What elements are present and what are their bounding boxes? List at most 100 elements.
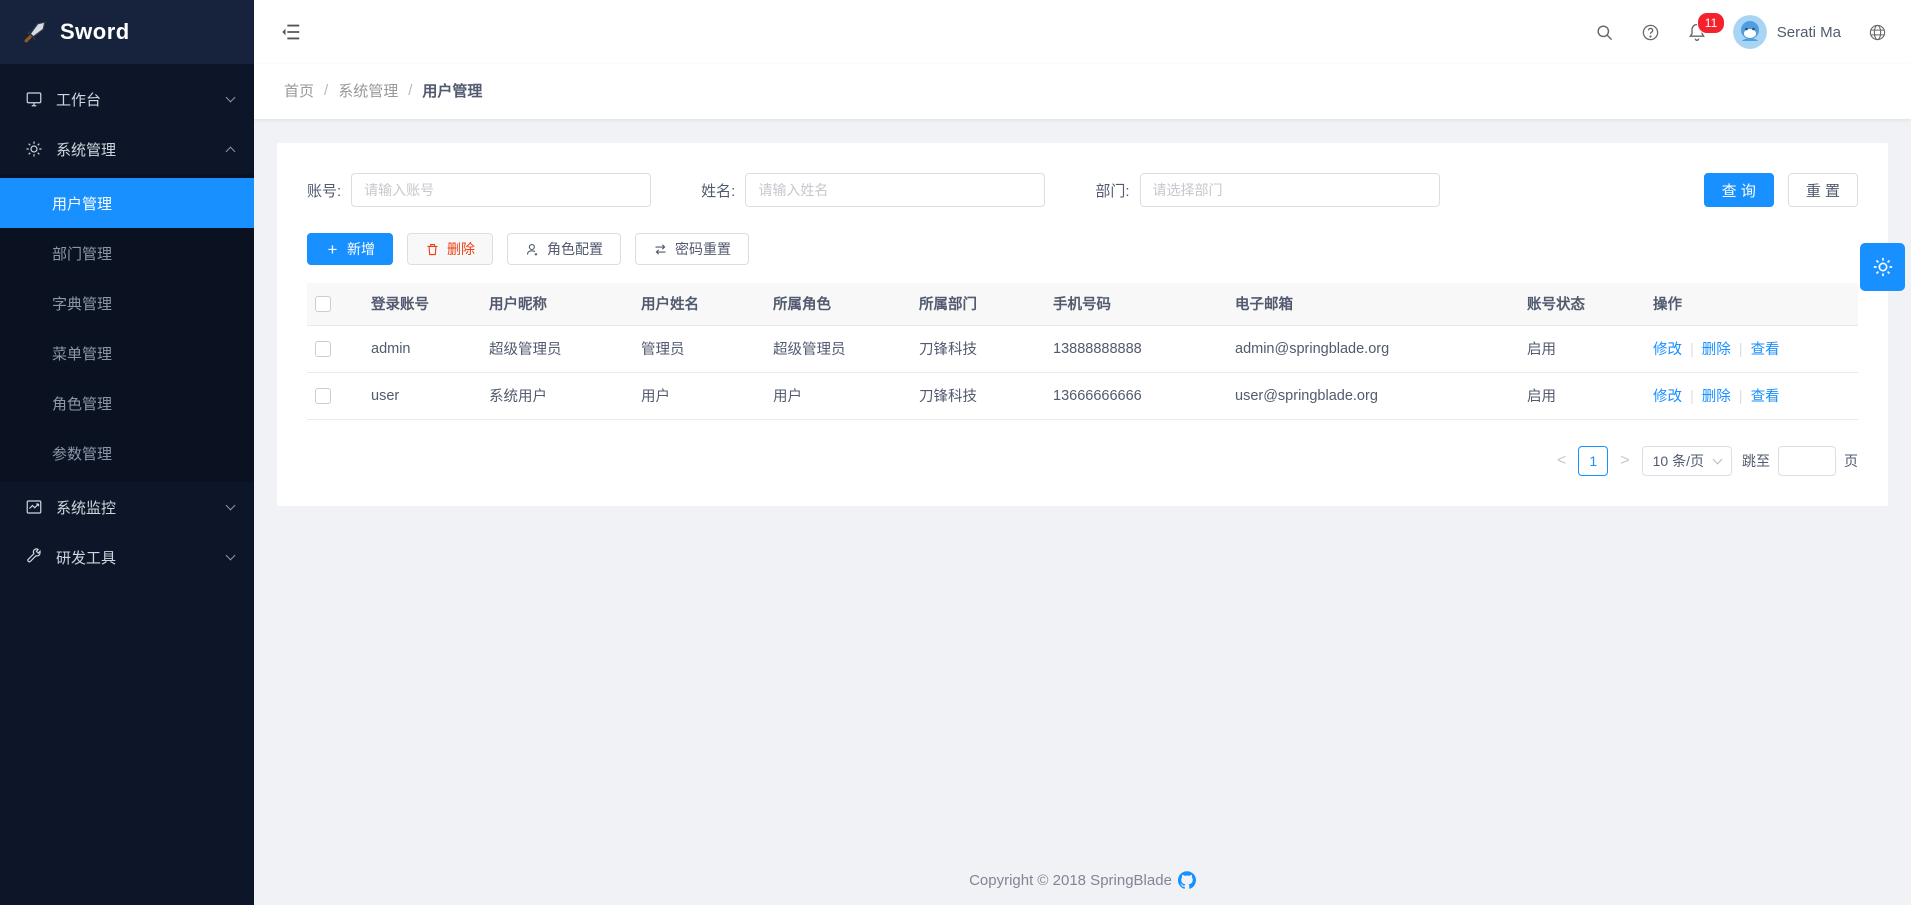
- user-menu[interactable]: Serati Ma: [1733, 15, 1841, 49]
- app-title: Sword: [60, 19, 130, 45]
- sidebar-item-user-mgmt[interactable]: 用户管理: [0, 178, 254, 228]
- help-icon[interactable]: [1641, 22, 1661, 42]
- user-management-card: 账号: 姓名: 部门: 查 询 重 置 +: [277, 143, 1888, 506]
- sword-icon: [22, 19, 48, 45]
- plus-icon: +: [325, 242, 340, 257]
- sidebar-item-workbench[interactable]: 工作台: [0, 74, 254, 124]
- add-button-label: 新增: [347, 239, 375, 259]
- page-content: 账号: 姓名: 部门: 查 询 重 置 +: [254, 119, 1911, 905]
- sidebar-item-role-mgmt[interactable]: 角色管理: [0, 378, 254, 428]
- sidebar-item-system-mgmt[interactable]: 系统管理: [0, 124, 254, 174]
- row-checkbox[interactable]: [315, 388, 331, 404]
- footer: Copyright © 2018 SpringBlade: [254, 853, 1911, 905]
- breadcrumb-separator: /: [408, 82, 412, 99]
- settings-fab-button[interactable]: [1860, 243, 1905, 291]
- role-config-button[interactable]: 角色配置: [507, 233, 621, 265]
- chevron-down-icon: [226, 551, 236, 561]
- view-link[interactable]: 查看: [1751, 342, 1780, 358]
- avatar: [1733, 15, 1767, 49]
- account-input[interactable]: [351, 173, 651, 207]
- table-toolbar: + 新增 删除: [307, 233, 1858, 265]
- menu-fold-icon[interactable]: [280, 21, 302, 43]
- breadcrumb: 首页 / 系统管理 / 用户管理: [284, 80, 1911, 101]
- action-separator: |: [1690, 389, 1694, 405]
- name-input[interactable]: [745, 173, 1045, 207]
- top-bar-actions: 11 Serati Ma: [1595, 15, 1887, 49]
- cell-nickname: 系统用户: [481, 372, 633, 419]
- cell-phone: 13666666666: [1045, 372, 1227, 419]
- search-button[interactable]: 查 询: [1704, 173, 1774, 207]
- page-size-value: 10 条/页: [1653, 451, 1704, 471]
- sidebar-item-dict-mgmt[interactable]: 字典管理: [0, 278, 254, 328]
- delete-button-label: 删除: [447, 239, 475, 259]
- sidebar-item-label: 研发工具: [56, 547, 227, 568]
- user-table: 登录账号 用户昵称 用户姓名 所属角色 所属部门 手机号码 电子邮箱 账号状态 …: [307, 283, 1858, 420]
- edit-link[interactable]: 修改: [1653, 342, 1682, 358]
- jump-label: 跳至: [1742, 451, 1770, 471]
- cell-name: 用户: [633, 372, 765, 419]
- col-actions: 操作: [1645, 283, 1858, 325]
- sidebar-item-param-mgmt[interactable]: 参数管理: [0, 428, 254, 478]
- table-row: user 系统用户 用户 用户 刀锋科技 13666666666 user@sp…: [307, 372, 1858, 419]
- col-nickname: 用户昵称: [481, 283, 633, 325]
- copyright-text: Copyright © 2018 SpringBlade: [969, 872, 1172, 889]
- github-icon[interactable]: [1178, 871, 1196, 889]
- notifications[interactable]: 11: [1687, 22, 1707, 42]
- breadcrumb-home[interactable]: 首页: [284, 80, 314, 101]
- filter-row: 账号: 姓名: 部门: 查 询 重 置: [307, 173, 1858, 207]
- page-size-select[interactable]: 10 条/页: [1642, 446, 1732, 476]
- search-icon[interactable]: [1595, 22, 1615, 42]
- add-button[interactable]: + 新增: [307, 233, 393, 265]
- cell-account: user: [363, 372, 481, 419]
- delete-link[interactable]: 删除: [1702, 342, 1731, 358]
- breadcrumb-current: 用户管理: [422, 80, 482, 101]
- sidebar-menu: 工作台 系统管理 用户管理 部门管理 字典管理 菜单管理 角色管理 参数管理: [0, 64, 254, 582]
- app-logo: Sword: [0, 0, 254, 64]
- cell-account: admin: [363, 325, 481, 372]
- table-row: admin 超级管理员 管理员 超级管理员 刀锋科技 13888888888 a…: [307, 325, 1858, 372]
- sidebar-item-dev-tools[interactable]: 研发工具: [0, 532, 254, 582]
- swap-icon: [653, 242, 668, 257]
- dept-label: 部门:: [1095, 180, 1129, 201]
- table-header-row: 登录账号 用户昵称 用户姓名 所属角色 所属部门 手机号码 电子邮箱 账号状态 …: [307, 283, 1858, 325]
- filter-name: 姓名:: [701, 173, 1045, 207]
- jump-page-input[interactable]: [1778, 446, 1836, 476]
- password-reset-button[interactable]: 密码重置: [635, 233, 749, 265]
- sidebar-item-system-monitor[interactable]: 系统监控: [0, 482, 254, 532]
- cell-dept: 刀锋科技: [911, 325, 1045, 372]
- chevron-down-icon: [1713, 454, 1723, 464]
- col-user-name: 用户姓名: [633, 283, 765, 325]
- cell-nickname: 超级管理员: [481, 325, 633, 372]
- gear-icon: [1872, 256, 1894, 278]
- sidebar-item-menu-mgmt[interactable]: 菜单管理: [0, 328, 254, 378]
- monitor-icon: [24, 89, 44, 109]
- current-page[interactable]: 1: [1578, 446, 1608, 476]
- delete-button[interactable]: 删除: [407, 233, 493, 265]
- delete-link[interactable]: 删除: [1702, 389, 1731, 405]
- main-area: 11 Serati Ma: [254, 0, 1911, 905]
- view-link[interactable]: 查看: [1751, 389, 1780, 405]
- edit-link[interactable]: 修改: [1653, 389, 1682, 405]
- select-all-checkbox[interactable]: [315, 296, 331, 312]
- sidebar-item-label: 工作台: [56, 89, 227, 110]
- account-label: 账号:: [307, 180, 341, 201]
- col-login-account: 登录账号: [363, 283, 481, 325]
- row-checkbox[interactable]: [315, 341, 331, 357]
- col-status: 账号状态: [1519, 283, 1645, 325]
- cell-actions: 修改|删除|查看: [1645, 325, 1858, 372]
- page-jump: 跳至 页: [1742, 446, 1858, 476]
- globe-icon[interactable]: [1867, 22, 1887, 42]
- dept-select[interactable]: [1140, 173, 1440, 207]
- sidebar-item-dept-mgmt[interactable]: 部门管理: [0, 228, 254, 278]
- next-page-button[interactable]: >: [1618, 452, 1631, 470]
- col-email: 电子邮箱: [1227, 283, 1519, 325]
- trash-icon: [425, 242, 440, 257]
- password-reset-label: 密码重置: [675, 239, 731, 259]
- breadcrumb-system-mgmt[interactable]: 系统管理: [338, 80, 398, 101]
- name-label: 姓名:: [701, 180, 735, 201]
- prev-page-button[interactable]: <: [1555, 452, 1568, 470]
- reset-button[interactable]: 重 置: [1788, 173, 1858, 207]
- cell-name: 管理员: [633, 325, 765, 372]
- wrench-icon: [24, 547, 44, 567]
- chevron-down-icon: [226, 93, 236, 103]
